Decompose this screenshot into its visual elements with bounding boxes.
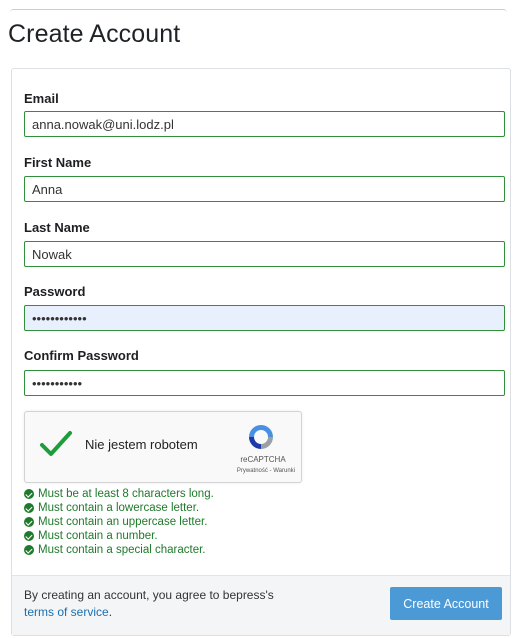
check-icon[interactable] — [39, 430, 73, 458]
captcha-label: Nie jestem robotem — [85, 437, 198, 452]
terms-notice: By creating an account, you agree to bep… — [24, 588, 274, 619]
recaptcha-widget: Nie jestem robotem reCAPTCHA Prywatność … — [24, 411, 302, 483]
create-account-button[interactable]: Create Account — [390, 587, 502, 620]
password-rule: Must be at least 8 characters long. — [24, 487, 214, 501]
email-label: Email — [24, 91, 59, 106]
last-name-label: Last Name — [24, 220, 90, 235]
last-name-field[interactable] — [24, 241, 505, 267]
confirm-password-field[interactable] — [24, 370, 505, 396]
recaptcha-icon — [249, 425, 273, 449]
password-rule: Must contain a lowercase letter. — [24, 501, 214, 515]
captcha-brand: reCAPTCHA — [240, 455, 286, 464]
first-name-label: First Name — [24, 155, 92, 170]
create-account-form: Email First Name Last Name Password Conf… — [11, 68, 511, 636]
check-circle-icon — [24, 545, 34, 555]
check-circle-icon — [24, 517, 34, 527]
password-rules-list: Must be at least 8 characters long. Must… — [24, 487, 214, 557]
check-circle-icon — [24, 503, 34, 513]
page-title: Create Account — [8, 20, 181, 48]
check-circle-icon — [24, 531, 34, 541]
confirm-password-label: Confirm Password — [24, 348, 139, 363]
password-field[interactable] — [24, 305, 505, 331]
captcha-links[interactable]: Prywatność - Warunki — [205, 468, 303, 474]
email-field[interactable] — [24, 111, 505, 137]
terms-of-service-link[interactable]: terms of service — [24, 605, 109, 619]
password-rule: Must contain an uppercase letter. — [24, 515, 214, 529]
form-footer: By creating an account, you agree to bep… — [12, 575, 510, 635]
password-rule: Must contain a special character. — [24, 543, 214, 557]
top-divider — [10, 9, 507, 16]
first-name-field[interactable] — [24, 176, 505, 202]
password-label: Password — [24, 284, 86, 299]
password-rule: Must contain a number. — [24, 529, 214, 543]
check-circle-icon — [24, 489, 34, 499]
